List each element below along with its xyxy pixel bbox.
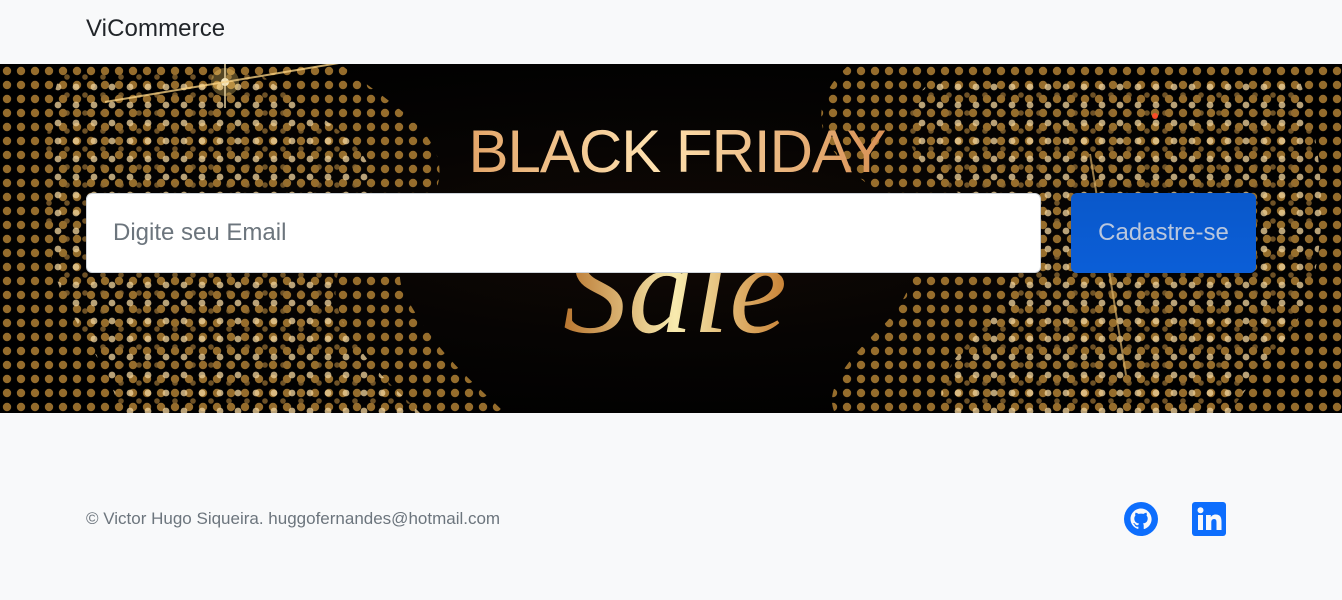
top-navbar: ViCommerce xyxy=(0,0,1342,64)
brand-logo[interactable]: ViCommerce xyxy=(86,14,225,44)
banner-title: BLACK FRIDAY xyxy=(469,118,886,185)
github-icon xyxy=(1124,502,1158,536)
linkedin-link[interactable] xyxy=(1191,501,1227,537)
email-input[interactable] xyxy=(86,193,1041,273)
page-footer: © Victor Hugo Siqueira. huggofernandes@h… xyxy=(0,413,1342,600)
linkedin-icon xyxy=(1192,502,1226,536)
copyright-text: © Victor Hugo Siqueira. huggofernandes@h… xyxy=(86,509,501,528)
github-link[interactable] xyxy=(1123,501,1159,537)
hero-banner: BLACK FRIDAY Sale Cadastre-se xyxy=(0,64,1342,413)
signup-button[interactable]: Cadastre-se xyxy=(1071,193,1256,273)
